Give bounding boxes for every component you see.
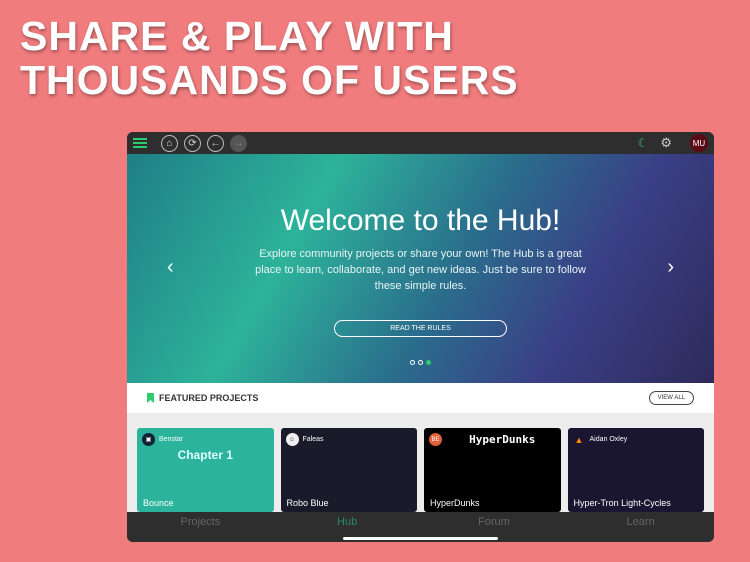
hero-carousel: Welcome to the Hub! Explore community pr… xyxy=(127,154,714,383)
menu-icon[interactable] xyxy=(133,138,147,148)
back-icon[interactable]: ← xyxy=(207,134,224,152)
hero-title: Welcome to the Hub! xyxy=(280,204,561,237)
author-avatar: BE xyxy=(429,433,442,446)
project-card[interactable]: ▣ Benstar Chapter 1 Bounce xyxy=(137,428,274,512)
project-cards: ▣ Benstar Chapter 1 Bounce ☺ Faleas Robo B… xyxy=(127,413,714,512)
view-all-button[interactable]: VIEW ALL xyxy=(648,391,694,405)
project-name: Bounce xyxy=(143,498,174,508)
tab-projects[interactable]: Projects xyxy=(127,512,274,542)
project-card[interactable]: BE HyperDunks HyperDunks xyxy=(424,428,561,512)
author-avatar: ☺ xyxy=(285,433,299,446)
featured-title: FEATURED PROJECTS xyxy=(159,393,259,403)
app-window: ⌂ ⟳ ← → ☾ ⚙ MU Welcome to the Hub! Explo… xyxy=(127,132,714,542)
headline: SHARE & PLAY WITH THOUSANDS OF USERS xyxy=(20,14,519,102)
carousel-dots xyxy=(410,360,431,365)
headline-line1: SHARE & PLAY WITH xyxy=(20,13,454,59)
featured-header: FEATURED PROJECTS VIEW ALL xyxy=(127,383,714,413)
project-card[interactable]: ☺ Faleas Robo Blue xyxy=(280,428,417,512)
project-name: Robo Blue xyxy=(286,498,329,508)
bookmark-icon xyxy=(147,393,154,403)
author-avatar: ▲ xyxy=(574,434,584,445)
moon-icon[interactable]: ☾ xyxy=(638,136,649,150)
chevron-left-icon[interactable]: ‹ xyxy=(167,256,174,279)
carousel-dot[interactable] xyxy=(418,360,423,365)
settings-icon[interactable]: ⚙ xyxy=(660,135,672,151)
top-bar: ⌂ ⟳ ← → ☾ ⚙ MU xyxy=(127,132,714,154)
avatar[interactable]: MU xyxy=(690,134,708,152)
project-card[interactable]: ▲ Aidan Oxley Hyper-Tron Light-Cycles xyxy=(567,428,704,512)
carousel-dot[interactable] xyxy=(410,360,415,365)
refresh-icon[interactable]: ⟳ xyxy=(184,134,201,152)
author-name: Faleas xyxy=(302,436,324,443)
carousel-dot[interactable] xyxy=(426,360,431,365)
project-name: HyperDunks xyxy=(430,498,480,508)
forward-icon[interactable]: → xyxy=(230,134,247,152)
author-name: Benstar xyxy=(159,436,184,443)
hero-text: Explore community projects or share your… xyxy=(255,248,586,292)
author-name: Aidan Oxley xyxy=(589,436,628,443)
project-name: Hyper-Tron Light-Cycles xyxy=(573,498,671,508)
tab-bar: Projects Hub Forum Learn xyxy=(127,512,714,542)
home-indicator xyxy=(343,537,498,540)
home-icon[interactable]: ⌂ xyxy=(161,134,178,152)
author-avatar: ▣ xyxy=(142,433,155,446)
headline-line2: THOUSANDS OF USERS xyxy=(20,57,519,103)
tab-learn[interactable]: Learn xyxy=(567,512,714,542)
read-rules-button[interactable]: READ THE RULES xyxy=(334,320,507,337)
project-thumb-title: Chapter 1 xyxy=(177,448,233,462)
project-thumb-title: HyperDunks xyxy=(469,433,536,446)
chevron-right-icon[interactable]: › xyxy=(667,256,674,279)
